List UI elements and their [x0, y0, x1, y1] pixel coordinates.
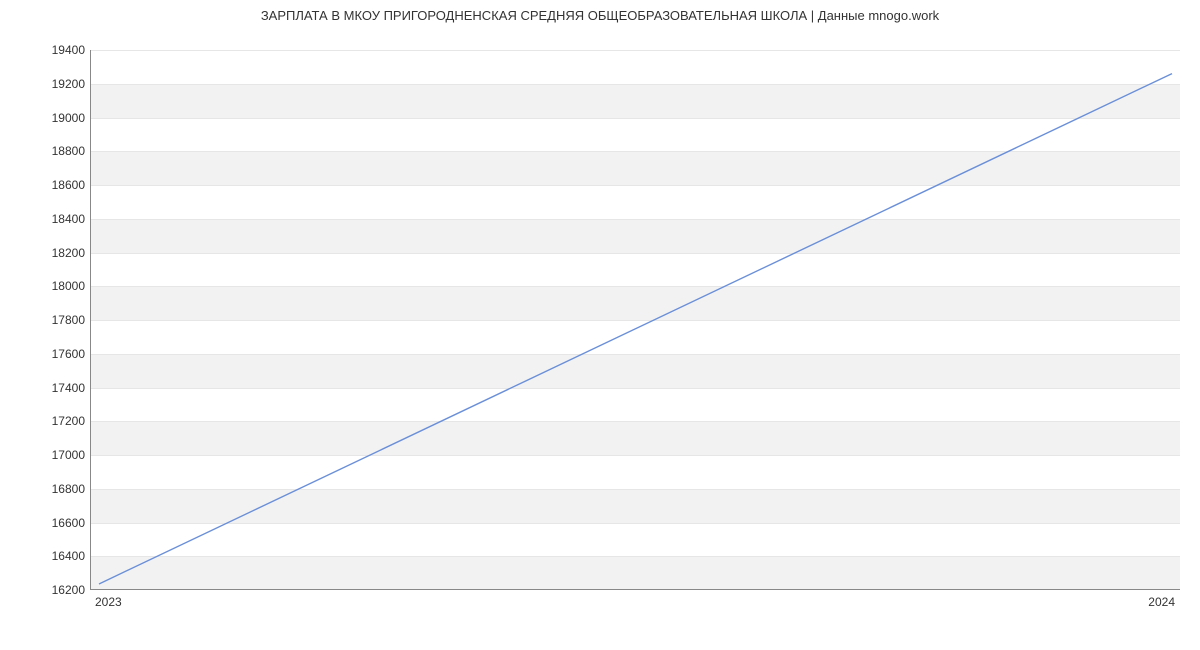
salary-line — [99, 74, 1172, 584]
y-tick-label: 16400 — [5, 549, 85, 563]
y-tick-label: 19400 — [5, 43, 85, 57]
y-tick-label: 19000 — [5, 111, 85, 125]
chart-container: ЗАРПЛАТА В МКОУ ПРИГОРОДНЕНСКАЯ СРЕДНЯЯ … — [0, 0, 1200, 650]
y-tick-label: 17400 — [5, 381, 85, 395]
y-tick-label: 17800 — [5, 313, 85, 327]
y-tick-label: 18800 — [5, 144, 85, 158]
plot-area — [90, 50, 1180, 590]
series-line — [91, 50, 1180, 589]
y-tick-label: 19200 — [5, 77, 85, 91]
y-tick-label: 16600 — [5, 516, 85, 530]
y-tick-label: 18200 — [5, 246, 85, 260]
y-tick-label: 16200 — [5, 583, 85, 597]
y-tick-label: 17200 — [5, 414, 85, 428]
y-tick-label: 18000 — [5, 279, 85, 293]
y-tick-label: 18600 — [5, 178, 85, 192]
x-tick-right: 2024 — [1148, 595, 1175, 609]
y-tick-label: 17600 — [5, 347, 85, 361]
x-tick-left: 2023 — [95, 595, 122, 609]
y-tick-label: 18400 — [5, 212, 85, 226]
y-tick-label: 17000 — [5, 448, 85, 462]
chart-title: ЗАРПЛАТА В МКОУ ПРИГОРОДНЕНСКАЯ СРЕДНЯЯ … — [0, 8, 1200, 23]
y-tick-label: 16800 — [5, 482, 85, 496]
